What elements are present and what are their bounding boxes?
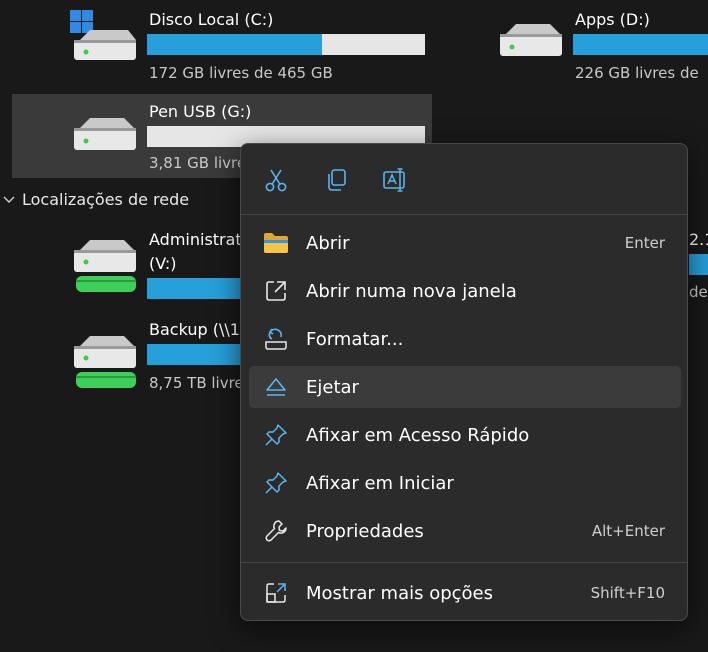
menu-item-open[interactable]: Abrir Enter xyxy=(249,222,681,264)
context-menu: Abrir Enter Abrir numa nova janela Forma… xyxy=(240,143,688,621)
network-drive-v-usage-bar xyxy=(147,278,247,299)
wrench-icon xyxy=(261,518,291,544)
menu-item-eject-label: Ejetar xyxy=(306,376,359,398)
menu-item-properties-shortcut: Alt+Enter xyxy=(591,522,665,540)
drive-g-free-space: 3,81 GB livres xyxy=(149,154,254,172)
menu-item-open-shortcut: Enter xyxy=(624,234,665,252)
network-drive-v-name-2: (V:) xyxy=(149,254,177,273)
menu-item-show-more-label: Mostrar mais opções xyxy=(306,582,493,604)
cut-icon xyxy=(265,169,287,192)
network-drive-icon xyxy=(72,236,138,292)
hard-drive-icon xyxy=(498,20,564,76)
partial-drive-usage-bar xyxy=(689,254,708,275)
partial-drive-text-bottom: de xyxy=(689,283,708,301)
partial-drive-text-top: 2.1 xyxy=(689,230,708,249)
more-options-icon xyxy=(261,580,291,606)
drive-g-name: Pen USB (G:) xyxy=(149,102,252,121)
menu-item-format-label: Formatar... xyxy=(306,328,404,350)
network-drive-icon xyxy=(72,332,138,388)
eject-icon xyxy=(261,374,291,400)
drive-c-usage-fill xyxy=(147,34,323,55)
drive-c-usage-bar xyxy=(147,34,425,55)
menu-item-pin-quick-access-label: Afixar em Acesso Rápido xyxy=(306,424,530,446)
rename-icon xyxy=(383,168,405,192)
network-drive-backup[interactable]: Backup (\\1 8,75 TB livre xyxy=(0,318,247,398)
chevron-down-icon xyxy=(3,196,15,203)
menu-item-pin-quick-access[interactable]: Afixar em Acesso Rápido xyxy=(249,414,681,456)
menu-item-properties-label: Propriedades xyxy=(306,520,424,542)
rename-button[interactable] xyxy=(380,164,412,196)
network-locations-header[interactable]: Localizações de rede xyxy=(2,190,189,209)
network-drive-backup-name: Backup (\\1 xyxy=(149,320,240,339)
network-drive-v-usage-fill xyxy=(147,278,247,299)
drive-c-free-space: 172 GB livres de 465 GB xyxy=(149,64,333,82)
menu-item-pin-start-label: Afixar em Iniciar xyxy=(306,472,454,494)
menu-item-eject[interactable]: Ejetar xyxy=(249,366,681,408)
drive-c[interactable]: Disco Local (C:) 172 GB livres de 465 GB xyxy=(0,0,440,90)
menu-item-format[interactable]: Formatar... xyxy=(249,318,681,360)
menu-separator-bottom xyxy=(241,562,687,563)
drive-d-usage-fill xyxy=(573,34,708,55)
copy-button[interactable] xyxy=(320,164,352,196)
menu-item-properties[interactable]: Propriedades Alt+Enter xyxy=(249,510,681,552)
network-locations-label: Localizações de rede xyxy=(22,190,190,209)
network-drive-v-name-1: Administrat xyxy=(149,230,242,249)
network-drive-backup-usage-bar xyxy=(147,344,247,365)
menu-item-open-label: Abrir xyxy=(306,232,350,254)
drive-c-name: Disco Local (C:) xyxy=(149,10,274,29)
pin-icon xyxy=(261,470,291,496)
menu-item-open-new-window-label: Abrir numa nova janela xyxy=(306,280,517,302)
drive-d[interactable]: Apps (D:) 226 GB livres de xyxy=(496,0,708,90)
drive-d-usage-bar xyxy=(573,34,708,55)
windows-drive-icon xyxy=(70,10,136,66)
drive-d-name: Apps (D:) xyxy=(575,10,650,29)
copy-icon xyxy=(328,169,346,191)
menu-item-show-more-shortcut: Shift+F10 xyxy=(590,584,665,602)
folder-icon xyxy=(261,230,291,256)
drive-d-free-space: 226 GB livres de xyxy=(575,64,699,82)
cut-button[interactable] xyxy=(260,164,292,196)
menu-separator-top xyxy=(241,214,687,215)
menu-item-show-more[interactable]: Mostrar mais opções Shift+F10 xyxy=(249,572,681,614)
menu-item-pin-start[interactable]: Afixar em Iniciar xyxy=(249,462,681,504)
network-drive-v[interactable]: Administrat (V:) xyxy=(0,222,247,304)
menu-item-open-new-window[interactable]: Abrir numa nova janela xyxy=(249,270,681,312)
format-icon xyxy=(261,326,291,352)
open-new-window-icon xyxy=(261,278,291,304)
usb-drive-icon xyxy=(72,114,138,170)
pin-icon xyxy=(261,422,291,448)
network-drive-backup-free-space: 8,75 TB livre xyxy=(149,374,244,392)
network-drive-backup-usage-fill xyxy=(147,344,247,365)
context-menu-toolbar xyxy=(241,144,687,214)
